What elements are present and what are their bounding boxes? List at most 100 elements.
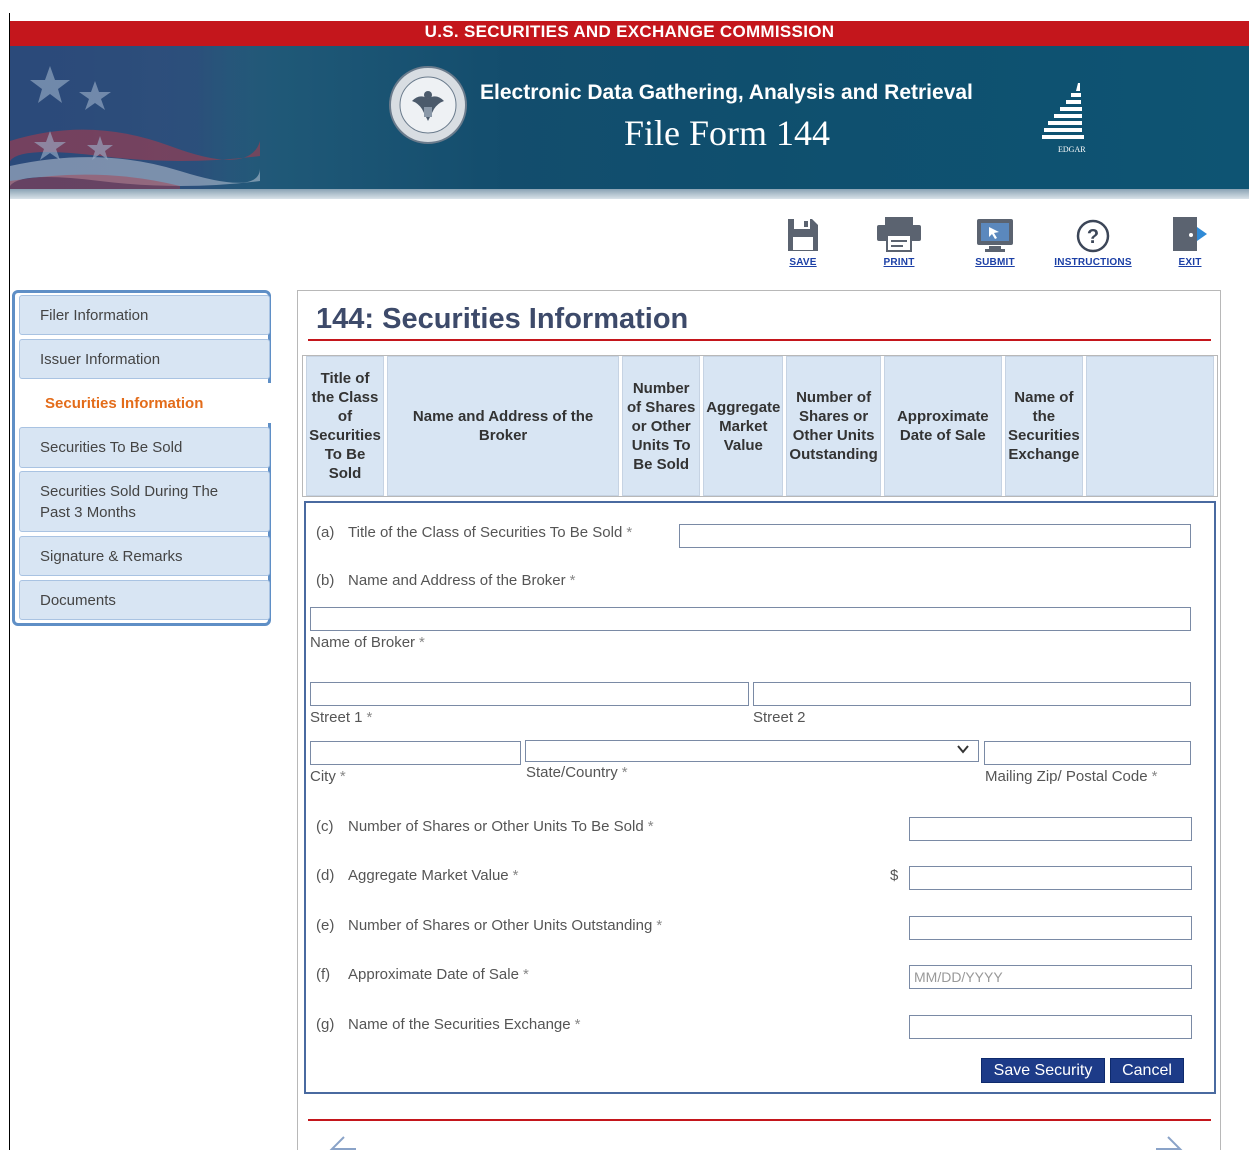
column-header-exchange: Name of the Securities Exchange [1004, 356, 1083, 496]
required-marker: * [339, 768, 346, 785]
sidebar-item-securities-information[interactable]: Securities Information [25, 383, 287, 423]
edgar-logo-text: EDGAR [1058, 145, 1086, 154]
zip-input[interactable] [984, 741, 1191, 765]
field-d-label: Aggregate Market Value * [348, 867, 519, 884]
state-country-select[interactable] [525, 740, 979, 762]
sidebar-item-label: Issuer Information [40, 350, 161, 368]
sidebar-item-label: Securities Sold During The Past 3 Months [40, 482, 219, 521]
state-country-label-text: State/Country [526, 764, 618, 781]
city-input[interactable] [310, 741, 521, 765]
required-marker: * [1151, 768, 1158, 785]
seal-icon [388, 65, 468, 145]
exit-icon [1140, 213, 1240, 253]
sidebar-item-securities-to-be-sold[interactable]: Securities To Be Sold [19, 427, 270, 468]
field-a-label-text: Title of the Class of Securities To Be S… [348, 524, 623, 541]
field-c-label-text: Number of Shares or Other Units To Be So… [348, 818, 644, 835]
form-title: File Form 144 [624, 113, 831, 153]
header-banner: U.S. SECURITIES AND EXCHANGE COMMISSION [10, 13, 1249, 201]
field-d-letter: (d) [316, 867, 335, 884]
banner-shadow [10, 189, 1249, 199]
print-button[interactable]: PRINT [849, 213, 949, 268]
street1-input[interactable] [310, 682, 749, 706]
city-label-text: City [310, 768, 336, 785]
edgar-logo-icon: EDGAR [1038, 73, 1098, 163]
shares-outstanding-input[interactable] [909, 916, 1192, 940]
column-header-shares-to-be-sold: Number of Shares or Other Units To Be So… [622, 356, 701, 496]
save-label: SAVE [789, 257, 817, 268]
broker-name-label-text: Name of Broker [310, 634, 416, 651]
currency-symbol: $ [890, 867, 899, 884]
column-header-approximate-date: Approximate Date of Sale [883, 356, 1002, 496]
sidebar-item-label: Documents [40, 591, 116, 609]
street1-label-text: Street 1 [310, 709, 363, 726]
field-f-letter: (f) [316, 966, 331, 983]
field-e-label-text: Number of Shares or Other Units Outstand… [348, 917, 653, 934]
svg-text:?: ? [1087, 226, 1099, 248]
previous-arrow-icon[interactable] [324, 1135, 364, 1150]
page-title: 144: Securities Information [316, 303, 689, 335]
field-e-label: Number of Shares or Other Units Outstand… [348, 917, 662, 934]
bottom-divider [308, 1119, 1211, 1121]
date-of-sale-input[interactable] [909, 965, 1192, 989]
broker-name-input[interactable] [310, 607, 1191, 631]
sidebar-item-documents[interactable]: Documents [19, 580, 270, 620]
required-marker: * [512, 867, 519, 884]
help-icon: ? [1043, 213, 1143, 253]
column-header-aggregate-market-value: Aggregate Market Value [703, 356, 784, 496]
next-arrow-icon[interactable] [1148, 1135, 1188, 1150]
column-header-title-of-class: Title of the Class of Securities To Be S… [306, 356, 385, 496]
save-security-button[interactable]: Save Security [981, 1058, 1105, 1083]
required-marker: * [574, 1016, 581, 1033]
field-g-label: Name of the Securities Exchange * [348, 1016, 580, 1033]
title-divider [308, 339, 1211, 341]
toolbar: SAVE PRINT SUBMIT ? INSTRUCTIONS EXIT [760, 213, 1240, 273]
field-g-label-text: Name of the Securities Exchange [348, 1016, 571, 1033]
main-panel: 144: Securities Information Title of the… [297, 290, 1221, 1150]
submit-icon [945, 213, 1045, 253]
sidebar-item-filer-information[interactable]: Filer Information [19, 295, 270, 335]
exit-button[interactable]: EXIT [1140, 213, 1240, 268]
field-f-label-text: Approximate Date of Sale [348, 966, 519, 983]
save-icon [753, 213, 853, 253]
field-g-letter: (g) [316, 1016, 335, 1033]
field-c-letter: (c) [316, 818, 334, 835]
securities-exchange-input[interactable] [909, 1015, 1192, 1039]
sidebar-item-label: Filer Information [40, 306, 149, 324]
agency-title: U.S. SECURITIES AND EXCHANGE COMMISSION [424, 22, 835, 41]
sidebar-item-securities-sold-past-3-months[interactable]: Securities Sold During The Past 3 Months [19, 471, 270, 532]
required-marker: * [656, 917, 663, 934]
sidebar-item-signature-remarks[interactable]: Signature & Remarks [19, 536, 270, 576]
column-header-shares-outstanding: Number of Shares or Other Units Outstand… [786, 356, 881, 496]
street2-input[interactable] [753, 682, 1191, 706]
required-marker: * [366, 709, 373, 726]
flag-graphic [10, 46, 260, 191]
securities-table: Title of the Class of Securities To Be S… [302, 355, 1218, 497]
security-form: (a) Title of the Class of Securities To … [304, 501, 1216, 1094]
field-c-label: Number of Shares or Other Units To Be So… [348, 818, 654, 835]
title-of-class-input[interactable] [679, 524, 1191, 548]
column-header-broker: Name and Address of the Broker [387, 356, 620, 496]
cancel-button[interactable]: Cancel [1110, 1058, 1184, 1083]
field-b-label-text: Name and Address of the Broker [348, 572, 566, 589]
submit-button[interactable]: SUBMIT [945, 213, 1045, 268]
street1-label: Street 1 * [310, 709, 372, 726]
sidebar-item-label: Securities To Be Sold [40, 439, 183, 456]
city-label: City * [310, 768, 346, 785]
zip-label-text: Mailing Zip/ Postal Code [985, 768, 1148, 785]
save-button[interactable]: SAVE [753, 213, 853, 268]
exit-label: EXIT [1178, 257, 1202, 268]
table-header-row: Title of the Class of Securities To Be S… [306, 356, 1214, 496]
field-a-label: Title of the Class of Securities To Be S… [348, 524, 632, 541]
broker-name-label: Name of Broker * [310, 634, 425, 651]
required-marker: * [419, 634, 425, 651]
shares-to-be-sold-input[interactable] [909, 817, 1192, 841]
instructions-button[interactable]: ? INSTRUCTIONS [1043, 213, 1143, 268]
print-icon [849, 213, 949, 253]
field-a-letter: (a) [316, 524, 335, 541]
sidebar-nav: Filer Information Issuer Information Sec… [12, 290, 287, 626]
sidebar-item-issuer-information[interactable]: Issuer Information [19, 339, 270, 379]
field-d-label-text: Aggregate Market Value [348, 867, 509, 884]
field-b-label: Name and Address of the Broker * [348, 572, 575, 589]
submit-label: SUBMIT [975, 257, 1015, 268]
aggregate-market-value-input[interactable] [909, 866, 1192, 890]
